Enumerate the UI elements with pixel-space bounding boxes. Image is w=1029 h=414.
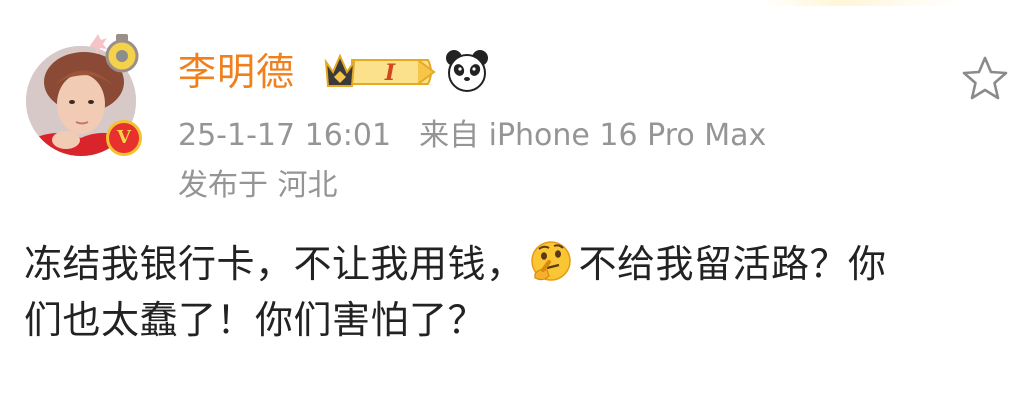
post-source: 来自 iPhone 16 Pro Max bbox=[419, 118, 767, 153]
vip-level-label: I bbox=[384, 60, 396, 86]
thinking-face-icon bbox=[530, 241, 571, 281]
content-text-1a: 冻结我银行卡，不让我用钱， bbox=[24, 242, 525, 286]
top-highlight bbox=[760, 0, 960, 6]
weibo-post: V 李明德 I 25-1-17 16:01 来自 iPhone 16 Pro Ma… bbox=[0, 0, 1029, 414]
post-content: 冻结我银行卡，不让我用钱， 不给我留活路？你 们也太蠢了！你们害怕了？ bbox=[24, 236, 1014, 348]
verified-badge-icon: V bbox=[106, 120, 142, 156]
avatar-container[interactable]: V bbox=[26, 34, 144, 158]
panda-icon bbox=[446, 50, 488, 92]
user-name[interactable]: 李明德 bbox=[178, 48, 295, 96]
content-line-1: 冻结我银行卡，不让我用钱， 不给我留活路？你 bbox=[24, 236, 1014, 292]
post-meta: 25-1-17 16:01 来自 iPhone 16 Pro Max bbox=[178, 116, 766, 156]
content-line-2: 们也太蠢了！你们害怕了？ bbox=[24, 298, 487, 342]
star-outline-icon[interactable] bbox=[960, 54, 1010, 102]
post-location: 发布于 河北 bbox=[178, 168, 338, 203]
avatar-pendant-icon bbox=[90, 34, 139, 73]
content-text-1b: 不给我留活路？你 bbox=[578, 242, 887, 286]
post-timestamp[interactable]: 25-1-17 16:01 bbox=[178, 118, 391, 153]
crown-vip-badge-icon[interactable]: I bbox=[322, 48, 436, 96]
